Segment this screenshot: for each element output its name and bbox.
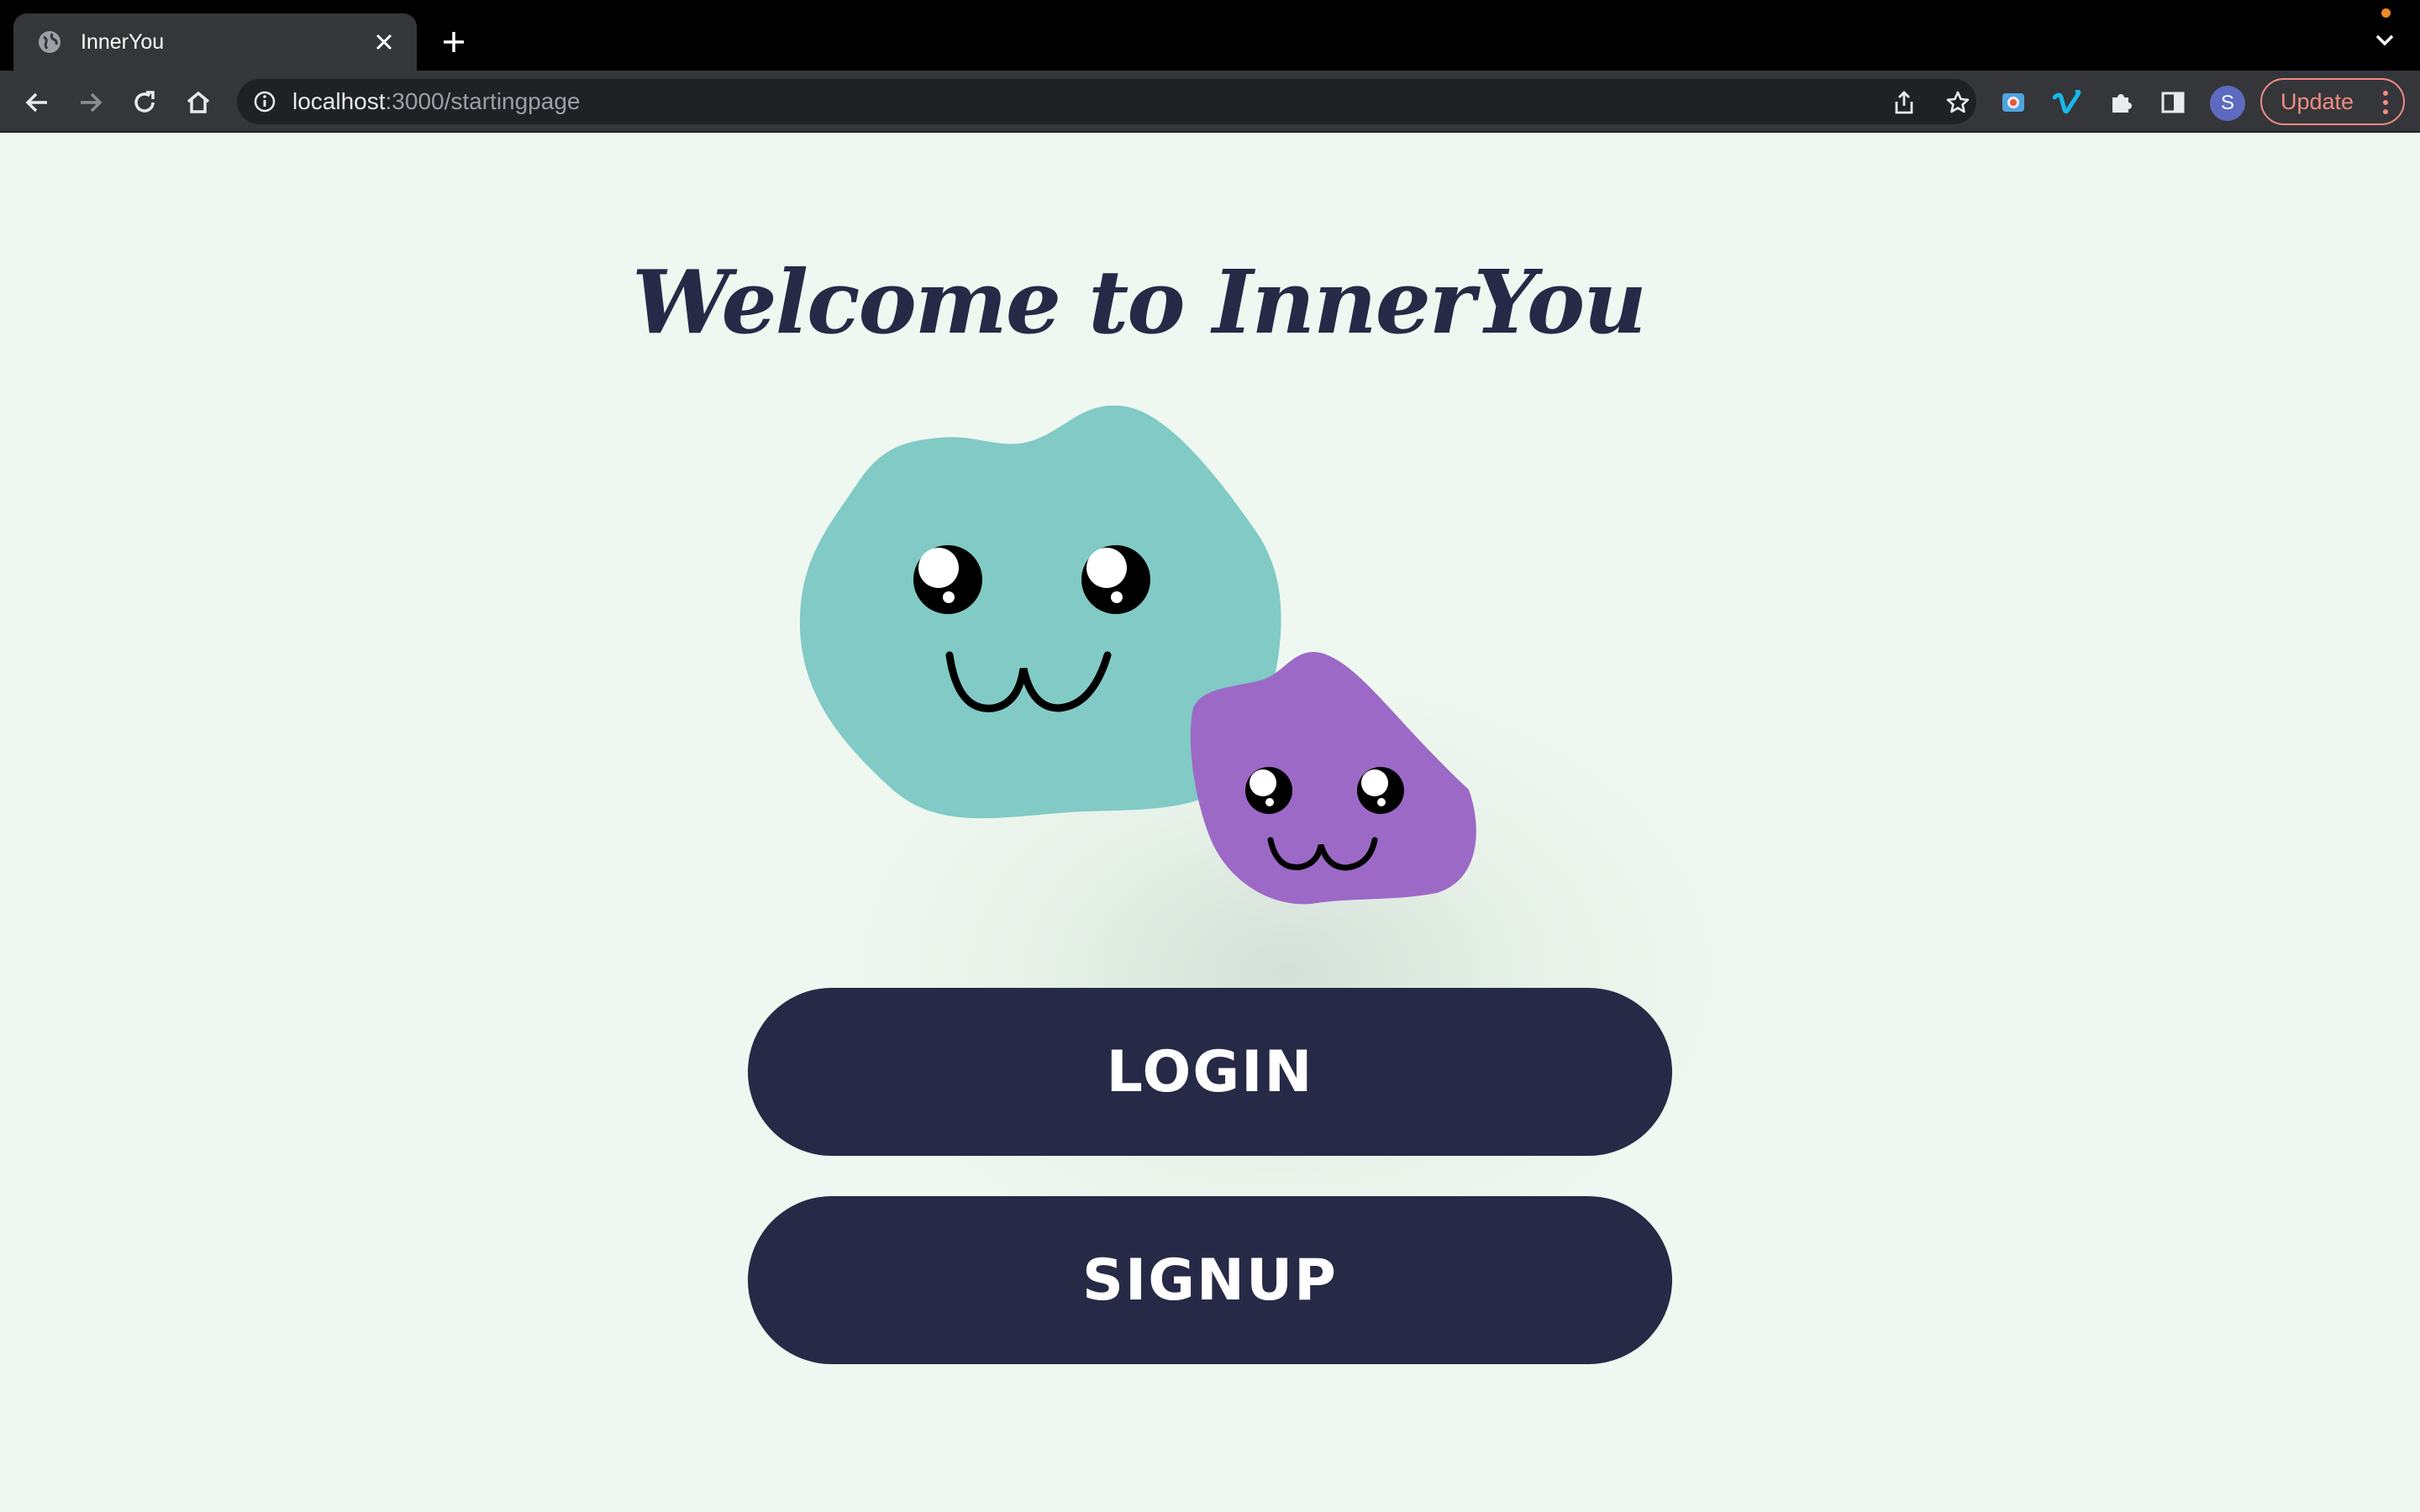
mascot-illustration — [799, 405, 1476, 905]
puzzle-icon[interactable] — [2104, 86, 2138, 119]
address-path: :3000/startingpage — [385, 88, 581, 114]
close-icon[interactable] — [371, 29, 397, 55]
arrow-right-icon[interactable] — [72, 84, 109, 121]
purple-blob-mascot — [1190, 652, 1476, 905]
browser-toolbar: localhost:3000/startingpage S Update — [0, 71, 2420, 133]
address-url: localhost:3000/startingpage — [292, 79, 580, 124]
three-dots-icon[interactable] — [2381, 90, 2390, 115]
profile-avatar[interactable]: S — [2210, 86, 2245, 121]
address-bar[interactable]: localhost:3000/startingpage — [237, 79, 1976, 124]
plus-icon[interactable] — [437, 25, 471, 59]
address-host: localhost — [292, 88, 386, 114]
update-label: Update — [2281, 88, 2354, 114]
extension-vimeo-icon[interactable] — [2050, 86, 2084, 119]
tab-title: InnerYou — [81, 29, 165, 54]
tab-innneryou[interactable]: InnerYou — [13, 13, 417, 71]
globe-icon — [37, 29, 62, 55]
chevron-down-icon[interactable] — [2370, 25, 2400, 55]
update-button[interactable]: Update — [2260, 78, 2405, 125]
notification-dot — [2381, 8, 2391, 18]
extension-screen-icon[interactable] — [1996, 86, 2030, 119]
home-icon[interactable] — [180, 84, 217, 121]
star-icon[interactable] — [1944, 89, 1971, 116]
reload-icon[interactable] — [126, 84, 163, 121]
signup-button[interactable]: SIGNUP — [748, 1196, 1672, 1364]
page-content: Welcome to InnerYou LOGIN SIGNUP — [0, 133, 2420, 1512]
info-icon[interactable] — [252, 89, 277, 114]
arrow-left-icon[interactable] — [18, 84, 55, 121]
side-panel-icon[interactable] — [2156, 86, 2190, 119]
share-icon[interactable] — [1891, 89, 1918, 116]
login-button[interactable]: LOGIN — [748, 988, 1672, 1156]
tab-strip: InnerYou — [0, 0, 2420, 71]
page-title: Welcome to InnerYou — [632, 250, 1647, 354]
